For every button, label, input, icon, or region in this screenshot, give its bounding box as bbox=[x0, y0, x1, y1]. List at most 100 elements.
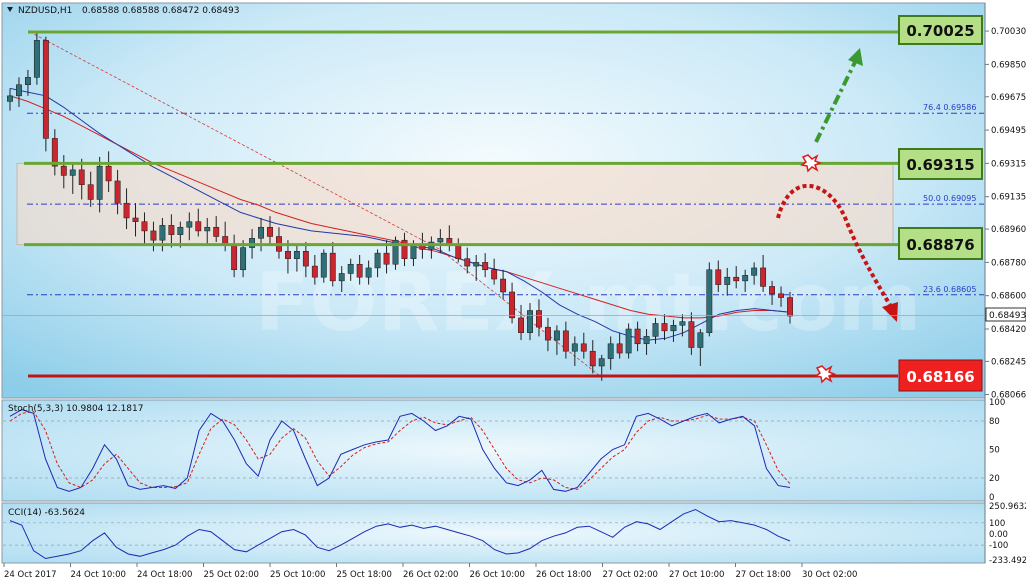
candle-body bbox=[553, 330, 560, 341]
candle-body bbox=[464, 258, 471, 267]
candle-body bbox=[231, 243, 238, 271]
candle-body bbox=[482, 262, 489, 271]
candle-body bbox=[150, 230, 157, 241]
candle-body bbox=[132, 217, 139, 222]
fib-label: 50.0 0.69095 bbox=[923, 194, 976, 203]
time-tick-label: 26 Oct 10:00 bbox=[470, 570, 525, 580]
stochastic-label: Stoch(5,3,3) 10.9804 12.1817 bbox=[8, 404, 143, 414]
candle-body bbox=[751, 267, 758, 276]
candle-body bbox=[329, 252, 336, 282]
candle-body bbox=[688, 321, 695, 348]
candle-body bbox=[634, 328, 641, 345]
candle-body bbox=[60, 165, 67, 176]
candle-body bbox=[697, 332, 704, 348]
stochastic-axis: 1008050200 bbox=[989, 398, 1005, 503]
chart-canvas: FOREX mt.com 76.4 0.69586 50.0 0.69095 23.… bbox=[1, 2, 1026, 580]
candle-body bbox=[141, 221, 148, 232]
candle-body bbox=[78, 169, 85, 185]
candle-body bbox=[760, 267, 767, 287]
candle-body bbox=[571, 343, 578, 352]
stoch-tick-label: 50 bbox=[989, 446, 1000, 456]
candle-body bbox=[42, 40, 49, 139]
candle-body bbox=[177, 226, 184, 235]
candle-body bbox=[24, 77, 31, 85]
candle-body bbox=[186, 221, 193, 228]
candle-body bbox=[455, 245, 462, 259]
candle-body bbox=[87, 184, 94, 200]
level-label-0-68166: 0.68166 bbox=[898, 359, 983, 392]
symbol-label: NZDUSD,H1 bbox=[18, 6, 72, 16]
candle-body bbox=[518, 317, 524, 333]
candle-body bbox=[213, 226, 220, 237]
candle-body bbox=[105, 165, 112, 182]
watermark: FOREX mt.com bbox=[255, 256, 921, 349]
candle-body bbox=[715, 269, 722, 285]
stoch-tick-label: 80 bbox=[989, 417, 1000, 427]
candle-body bbox=[347, 263, 354, 274]
candle-body bbox=[338, 273, 345, 282]
current-price-text: 0.68493 bbox=[989, 311, 1026, 321]
time-tick-label: 26 Oct 18:00 bbox=[536, 570, 591, 580]
time-tick-label: 27 Oct 02:00 bbox=[603, 570, 658, 580]
candle-body bbox=[652, 323, 659, 337]
time-tick-label: 24 Oct 2017 bbox=[4, 570, 57, 580]
time-tick-label: 27 Oct 10:00 bbox=[669, 570, 724, 580]
candle-body bbox=[742, 275, 749, 282]
price-tick-label: 0.68600 bbox=[991, 292, 1026, 302]
price-tick-label: 0.69850 bbox=[991, 60, 1026, 70]
time-axis: 24 Oct 2017 24 Oct 10:00 24 Oct 18:00 25 Oc… bbox=[3, 563, 857, 580]
candle-body bbox=[679, 321, 686, 326]
cci-tick-label: 0.00 bbox=[989, 530, 1008, 540]
level-text-lower-zone: 0.68876 bbox=[906, 236, 974, 254]
candle-body bbox=[607, 343, 614, 359]
candle-body bbox=[383, 252, 390, 265]
candle-body bbox=[401, 239, 408, 259]
candle-body bbox=[258, 226, 264, 239]
candle-body bbox=[580, 343, 587, 352]
cci-tick-label: -233.4924 bbox=[989, 556, 1026, 566]
candle-body bbox=[302, 251, 309, 267]
candle-body bbox=[544, 326, 551, 341]
candle-body bbox=[661, 323, 668, 332]
candle-body bbox=[249, 238, 256, 248]
price-tick-label: 0.69675 bbox=[991, 93, 1026, 103]
level-text-top: 0.70025 bbox=[906, 22, 974, 40]
cci-tick-label: 100 bbox=[989, 519, 1005, 529]
candle-body bbox=[491, 269, 498, 280]
level-text-bottom: 0.68166 bbox=[906, 368, 974, 386]
price-tick-label: 0.69135 bbox=[991, 193, 1026, 203]
level-label-0-69315: 0.69315 bbox=[898, 148, 983, 180]
candle-body bbox=[123, 202, 130, 219]
time-tick-label: 25 Oct 02:00 bbox=[204, 570, 259, 580]
candle-body bbox=[769, 286, 776, 295]
level-label-0-68876: 0.68876 bbox=[898, 227, 983, 260]
candle-body bbox=[320, 252, 327, 278]
stochastic-panel bbox=[1, 399, 986, 502]
candle-body bbox=[706, 269, 713, 333]
ohlc-label: 0.68588 0.68588 0.68472 0.68493 bbox=[82, 6, 239, 16]
current-price-tag: 0.68493 bbox=[985, 307, 1026, 322]
candle-body bbox=[311, 265, 318, 278]
cci-axis: 250.9632 1000.00-100 -233.4924 bbox=[989, 502, 1026, 566]
candle-body bbox=[33, 40, 40, 78]
stoch-tick-label: 100 bbox=[989, 398, 1005, 408]
price-tick-label: 0.70030 bbox=[991, 27, 1026, 37]
candle-body bbox=[598, 358, 605, 367]
fib-label: 76.4 0.69586 bbox=[923, 103, 976, 112]
candle-body bbox=[96, 165, 103, 200]
candle-body bbox=[562, 330, 569, 352]
candle-body bbox=[500, 278, 507, 293]
time-tick-label: 24 Oct 18:00 bbox=[137, 570, 192, 580]
price-tick-label: 0.68960 bbox=[991, 225, 1026, 235]
candle-body bbox=[509, 291, 516, 319]
candle-body bbox=[7, 95, 13, 102]
candle-body bbox=[195, 221, 202, 232]
price-tick-label: 0.69315 bbox=[991, 159, 1026, 169]
cci-label: CCI(14) -63.5624 bbox=[8, 508, 85, 518]
candle-body bbox=[267, 226, 273, 237]
time-tick-label: 26 Oct 02:00 bbox=[403, 570, 458, 580]
price-axis: 0.70030 0.69850 0.69675 0.69495 0.69315 0.691… bbox=[985, 27, 1026, 401]
candle-body bbox=[589, 350, 596, 367]
candle-body bbox=[724, 276, 731, 285]
candle-body bbox=[69, 169, 76, 176]
